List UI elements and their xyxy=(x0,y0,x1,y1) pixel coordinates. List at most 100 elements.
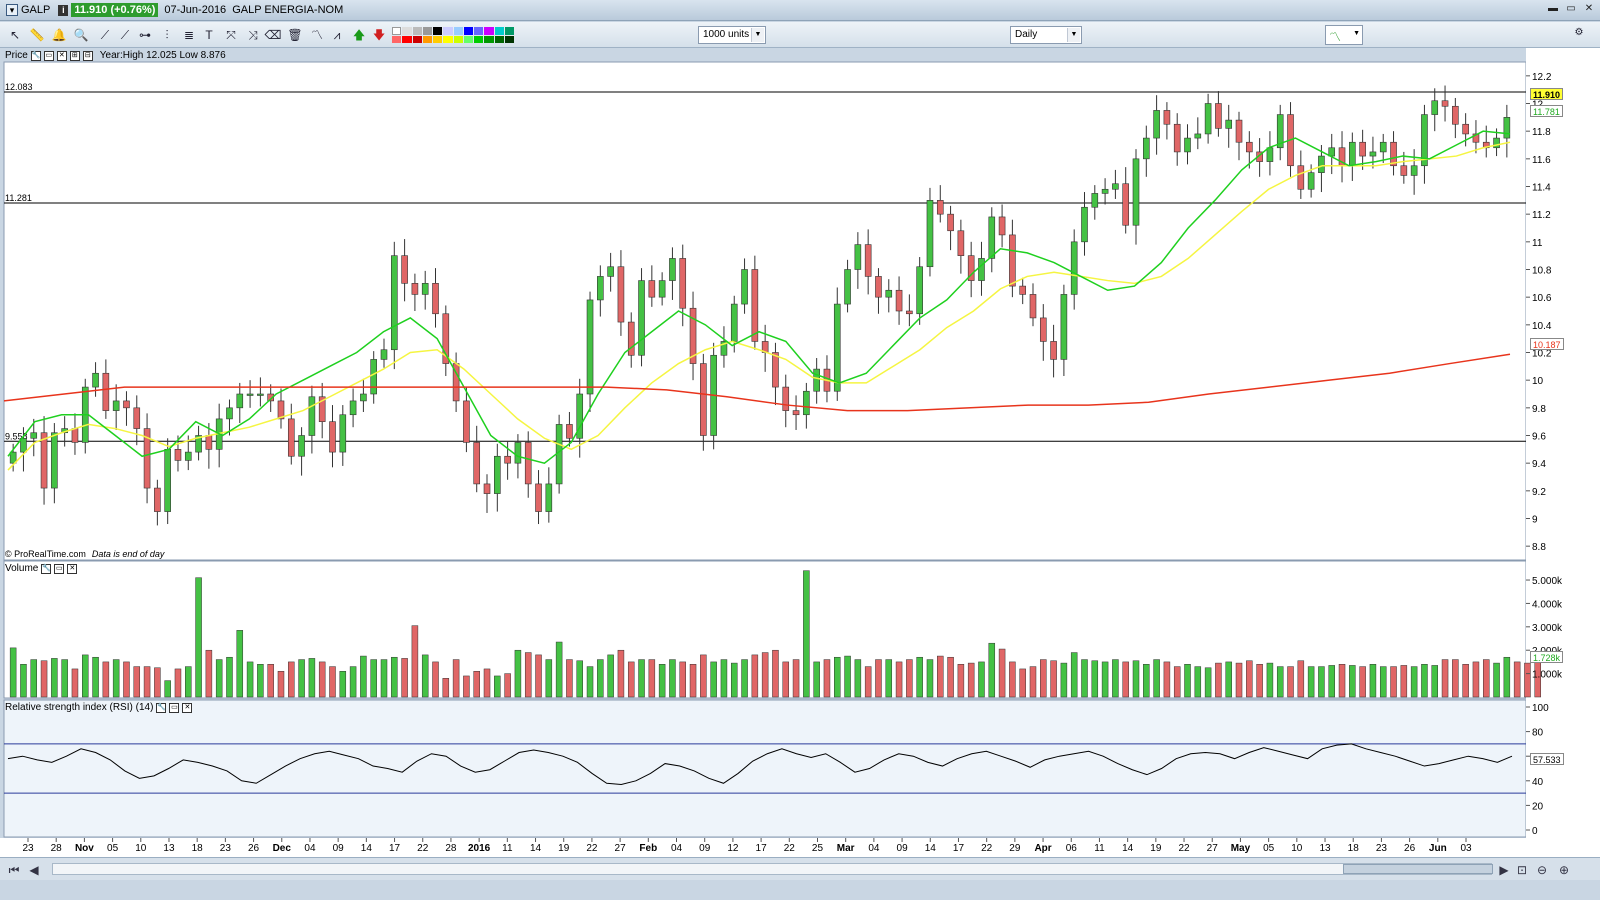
volume-last-label: 1.728k xyxy=(1530,651,1564,663)
x-tick-label: Feb xyxy=(639,843,657,854)
horizontal-scrollbar[interactable]: ⏮ ◀ ▶ ⊡ ⊖ ⊕ xyxy=(0,857,1600,880)
candle-body xyxy=(700,363,707,436)
window-icon[interactable]: ▭ xyxy=(43,50,54,61)
alert-bell-icon[interactable]: 🔔 xyxy=(50,26,68,44)
volume-bar xyxy=(308,658,316,698)
buy-arrow-icon[interactable]: 🡅 xyxy=(350,26,368,44)
scroll-track[interactable] xyxy=(52,863,1493,875)
volume-bar xyxy=(947,656,954,698)
volume-bar xyxy=(1472,661,1480,698)
volume-bar xyxy=(1204,667,1212,698)
candle-body xyxy=(1441,100,1449,107)
trendline-icon[interactable]: ⟋ xyxy=(96,26,114,44)
ruler-icon[interactable]: 📏 xyxy=(28,26,46,44)
units-select[interactable]: 1000 units ▼ xyxy=(698,26,766,44)
candle-body xyxy=(988,216,996,259)
settings-icon[interactable]: ⚙ xyxy=(1570,24,1588,42)
ray-icon[interactable]: ⟋ xyxy=(116,26,134,44)
volume-bar xyxy=(1276,666,1284,698)
hline-icon[interactable]: ⊶ xyxy=(136,26,154,44)
first-page-icon[interactable]: ⏮ xyxy=(6,862,22,878)
close-panel-icon[interactable]: ✕ xyxy=(67,563,78,574)
candle-body xyxy=(854,244,862,270)
zoom-out-icon[interactable]: ⊖ xyxy=(1534,862,1550,878)
candle-body xyxy=(895,289,903,312)
volume-bar xyxy=(555,641,563,698)
volume-bar xyxy=(360,655,367,698)
bottom-strip xyxy=(0,880,1600,900)
volume-panel-header: Volume 🔧 ▭ ✕ xyxy=(5,562,78,575)
info-icon[interactable]: i xyxy=(58,4,69,16)
zoom-in-icon[interactable]: ⊕ xyxy=(1556,862,1572,878)
volume-bar xyxy=(1287,666,1294,698)
trash-icon[interactable]: 🗑 xyxy=(286,26,304,44)
ma-short-label: 11.781 xyxy=(1530,105,1563,117)
volume-bar xyxy=(1349,665,1356,698)
candle-body xyxy=(751,269,759,342)
volume-bar xyxy=(421,654,429,698)
candle-body xyxy=(112,400,120,411)
window-icon[interactable]: ▭ xyxy=(169,702,180,713)
period-select[interactable]: Daily ▼ xyxy=(1010,26,1082,44)
candle-body xyxy=(1246,141,1253,153)
wrench-icon[interactable]: 🔧 xyxy=(41,563,52,574)
x-tick-label: Apr xyxy=(1034,843,1051,854)
pattern-icon[interactable]: ⩘ xyxy=(328,26,346,44)
indicator-icon[interactable]: 〽 xyxy=(308,26,326,44)
color-palette[interactable] xyxy=(392,27,514,43)
scroll-right-icon[interactable]: ▶ xyxy=(1496,862,1512,878)
candle xyxy=(391,241,398,370)
fan-icon[interactable]: ⤨ xyxy=(244,26,262,44)
volume-bar xyxy=(524,652,532,698)
minimize-icon[interactable]: ▬ xyxy=(1546,3,1560,16)
volume-bar xyxy=(236,630,244,698)
candle-body xyxy=(1060,294,1068,360)
wrench-icon[interactable]: 🔧 xyxy=(156,702,167,713)
candle-body xyxy=(154,487,161,512)
scroll-left-icon[interactable]: ◀ xyxy=(26,862,42,878)
zoom-icon[interactable]: 🔍 xyxy=(72,26,90,44)
candle-body xyxy=(71,428,79,443)
candle-body xyxy=(1328,147,1336,157)
volume-bar xyxy=(1400,665,1408,698)
volume-bar xyxy=(442,678,450,698)
credit-text: © ProRealTime.com xyxy=(5,548,86,559)
volume-bar xyxy=(1029,666,1037,698)
candle-body xyxy=(669,258,676,281)
vline-icon[interactable]: ⫶ xyxy=(158,26,176,44)
volume-bar xyxy=(185,666,192,698)
text-tool-icon[interactable]: T xyxy=(200,26,218,44)
app-icon[interactable]: ▾ xyxy=(6,4,18,16)
volume-bar xyxy=(71,668,79,698)
volume-bar xyxy=(1194,666,1202,698)
eraser-icon[interactable]: ⌫ xyxy=(264,26,282,44)
x-tick-label: 19 xyxy=(1150,843,1162,854)
maximize-icon[interactable]: ▭ xyxy=(1564,3,1578,16)
tile-icon[interactable]: ⊞ xyxy=(69,50,80,61)
scroll-thumb[interactable] xyxy=(1343,864,1493,874)
sell-arrow-icon[interactable]: 🡇 xyxy=(370,26,388,44)
fibonacci-icon[interactable]: ≣ xyxy=(180,26,198,44)
close-panel-icon[interactable]: ✕ xyxy=(56,50,67,61)
volume-bar xyxy=(1513,661,1521,698)
x-tick-label: 22 xyxy=(586,843,598,854)
chart-area[interactable]: 12.21211.811.611.411.21110.810.610.410.2… xyxy=(0,48,1600,857)
zoom-fit-icon[interactable]: ⊡ xyxy=(1514,862,1530,878)
chart-style-button[interactable]: 〽 ▼ xyxy=(1325,25,1363,45)
candle-body xyxy=(514,442,522,464)
candle-body xyxy=(246,393,254,396)
symbol-label[interactable]: GALP xyxy=(21,4,50,16)
x-tick-label: 18 xyxy=(192,843,204,854)
window-icon[interactable]: ▭ xyxy=(54,563,65,574)
overlay-icon[interactable]: ⊟ xyxy=(82,50,93,61)
close-panel-icon[interactable]: ✕ xyxy=(182,702,193,713)
candle-body xyxy=(463,400,470,443)
volume-bar xyxy=(1503,656,1511,698)
pointer-icon[interactable]: ↖ xyxy=(6,26,24,44)
volume-bar xyxy=(339,671,347,698)
volume-bar xyxy=(1462,664,1469,698)
channel-icon[interactable]: ⤧ xyxy=(222,26,240,44)
wrench-icon[interactable]: 🔧 xyxy=(30,50,41,61)
x-tick-label: 14 xyxy=(1122,843,1134,854)
close-icon[interactable]: ✕ xyxy=(1582,3,1596,16)
